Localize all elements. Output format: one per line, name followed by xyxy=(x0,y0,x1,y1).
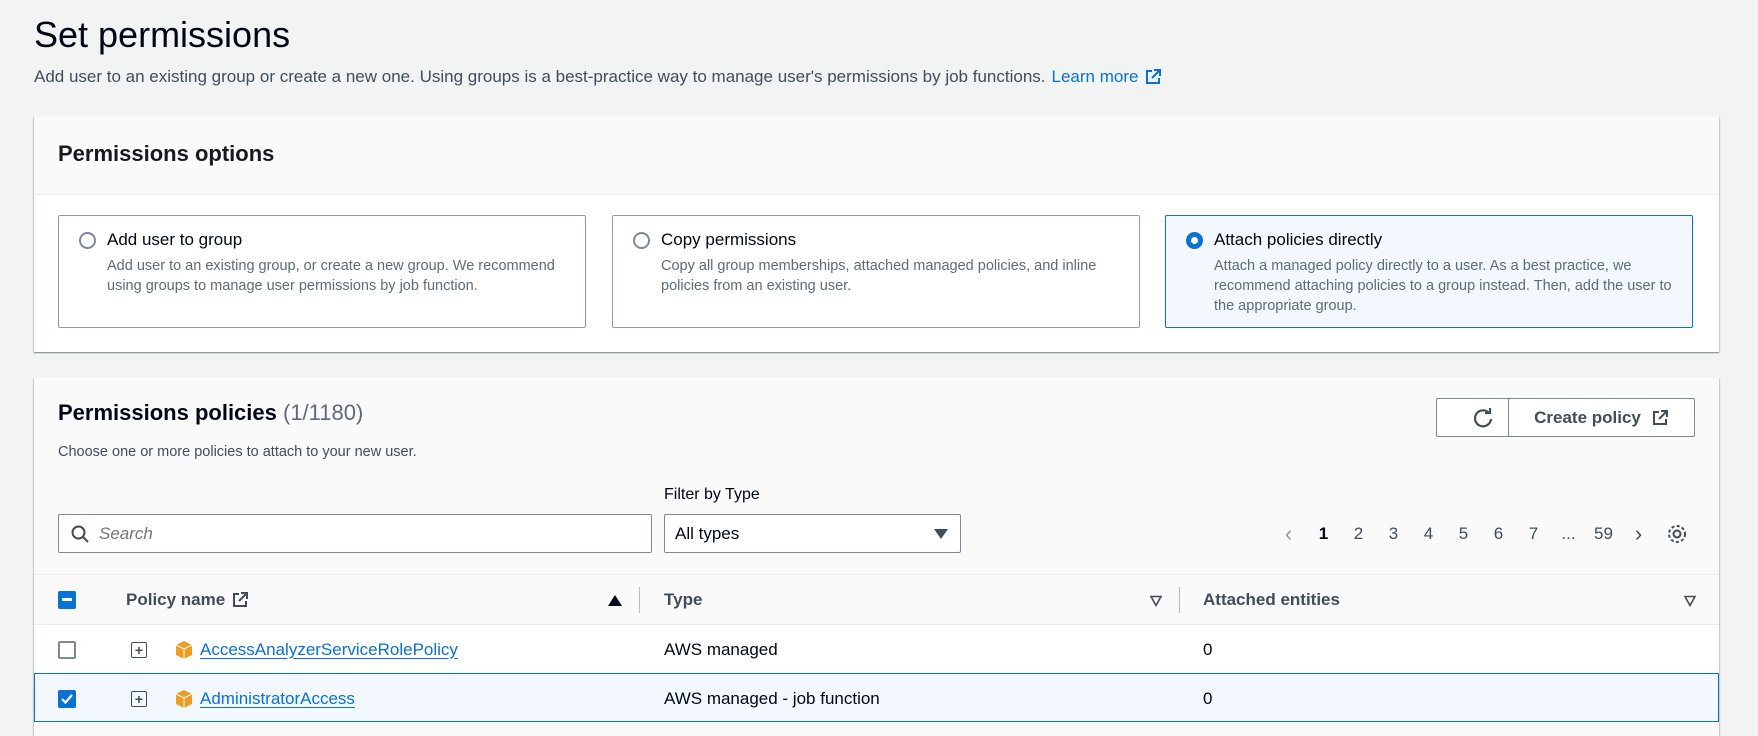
row-checkbox[interactable] xyxy=(58,640,76,659)
option-title: Copy permissions xyxy=(661,230,797,249)
page-description: Add user to an existing group or create … xyxy=(34,67,1162,87)
column-divider xyxy=(639,587,640,613)
expand-icon[interactable]: + xyxy=(131,690,147,707)
policy-icon xyxy=(175,689,193,708)
column-policy-name-label: Policy name xyxy=(126,590,226,609)
filter-by-type-label: Filter by Type xyxy=(664,486,760,503)
checkmark-icon xyxy=(61,693,73,704)
create-policy-label: Create policy xyxy=(1534,407,1641,427)
policy-type: AWS managed xyxy=(664,639,778,659)
page-3[interactable]: 3 xyxy=(1376,524,1411,544)
filter-selected-value: All types xyxy=(675,523,740,543)
page-description-text: Add user to an existing group or create … xyxy=(34,67,1046,86)
policies-description: Choose one or more policies to attach to… xyxy=(58,444,417,460)
page-ellipsis: ... xyxy=(1561,523,1576,543)
expand-icon[interactable]: + xyxy=(131,641,147,658)
table-row: + AccessAnalyzerServiceRolePolicy AWS ma… xyxy=(34,624,1719,673)
external-link-icon xyxy=(233,592,249,607)
column-attached-entities[interactable]: Attached entities xyxy=(1203,575,1340,625)
page-7: 7 xyxy=(1528,523,1539,543)
page-4[interactable]: 4 xyxy=(1411,524,1446,544)
policy-name-cell: AccessAnalyzerServiceRolePolicy xyxy=(174,625,458,674)
pagination: ‹ 1 2 3 4 5 6 7 ... 59 › xyxy=(1271,514,1656,553)
sort-ascending-icon[interactable] xyxy=(608,595,622,607)
filter-by-type-select[interactable]: All types xyxy=(664,514,961,553)
option-description: Attach a managed policy directly to a us… xyxy=(1214,258,1672,314)
column-divider xyxy=(1179,587,1180,613)
radio-copy-permissions[interactable] xyxy=(633,232,650,249)
gear-icon[interactable] xyxy=(1666,523,1688,545)
select-all-checkbox[interactable] xyxy=(58,591,76,609)
page-6[interactable]: 6 xyxy=(1481,524,1516,544)
column-policy-name[interactable]: Policy name xyxy=(126,575,249,625)
previous-page-icon[interactable]: ‹ xyxy=(1271,521,1306,547)
option-attach-policies-directly[interactable]: Attach policies directly Attach a manage… xyxy=(1165,215,1693,328)
option-copy-permissions[interactable]: Copy permissions Copy all group membersh… xyxy=(612,215,1140,328)
column-type[interactable]: Type xyxy=(664,575,702,625)
search-box[interactable] xyxy=(58,514,652,553)
radio-add-user-to-group[interactable] xyxy=(79,232,96,249)
page-1[interactable]: 1 xyxy=(1306,524,1341,544)
policy-name-link[interactable]: AccessAnalyzerServiceRolePolicy xyxy=(200,640,458,660)
row-checkbox[interactable] xyxy=(58,689,76,708)
table-header: Policy name Type Attached entities xyxy=(34,574,1719,624)
sort-icon[interactable] xyxy=(1150,595,1162,607)
option-title: Add user to group xyxy=(107,230,243,249)
policy-name-cell: AdministratorAccess xyxy=(174,674,355,723)
learn-more-label: Learn more xyxy=(1051,67,1139,86)
table-row: + AdministratorAccess AWS managed - job … xyxy=(34,673,1719,722)
page-title: Set permissions xyxy=(34,14,291,55)
page-2[interactable]: 2 xyxy=(1341,524,1376,544)
next-page-icon[interactable]: › xyxy=(1621,521,1656,547)
page-59[interactable]: 59 xyxy=(1586,524,1621,544)
external-link-icon xyxy=(1146,69,1162,84)
caret-down-icon xyxy=(934,528,948,539)
option-description: Add user to an existing group, or create… xyxy=(107,258,555,294)
policy-name-link[interactable]: AdministratorAccess xyxy=(200,689,355,709)
permissions-options-panel: Permissions options Add user to group Ad… xyxy=(34,116,1719,352)
refresh-icon xyxy=(1473,407,1492,427)
option-description: Copy all group memberships, attached man… xyxy=(661,258,1097,294)
search-icon xyxy=(71,525,89,543)
learn-more-link[interactable]: Learn more xyxy=(1052,67,1163,87)
permissions-policies-panel: Permissions policies (1/1180) Choose one… xyxy=(34,378,1719,736)
radio-attach-policies-directly[interactable] xyxy=(1186,232,1203,249)
external-link-icon xyxy=(1652,409,1668,425)
minus-icon xyxy=(62,598,72,601)
page-5[interactable]: 5 xyxy=(1446,524,1481,544)
policies-count: (1/1180) xyxy=(283,400,364,425)
option-add-user-to-group[interactable]: Add user to group Add user to an existin… xyxy=(58,215,586,328)
create-policy-button[interactable]: Create policy xyxy=(1508,398,1695,437)
policies-title: Permissions policies (1/1180) xyxy=(58,400,363,426)
sort-icon[interactable] xyxy=(1684,595,1696,607)
attached-entities: 0 xyxy=(1203,639,1213,659)
policy-icon xyxy=(175,640,193,659)
attached-entities: 0 xyxy=(1203,688,1213,708)
policy-type: AWS managed - job function xyxy=(664,688,880,708)
option-title: Attach policies directly xyxy=(1214,230,1383,249)
select-all-cell xyxy=(58,575,76,625)
permissions-options-header: Permissions options xyxy=(34,116,1719,195)
policies-title-text: Permissions policies xyxy=(58,400,277,425)
search-input[interactable] xyxy=(99,523,639,544)
